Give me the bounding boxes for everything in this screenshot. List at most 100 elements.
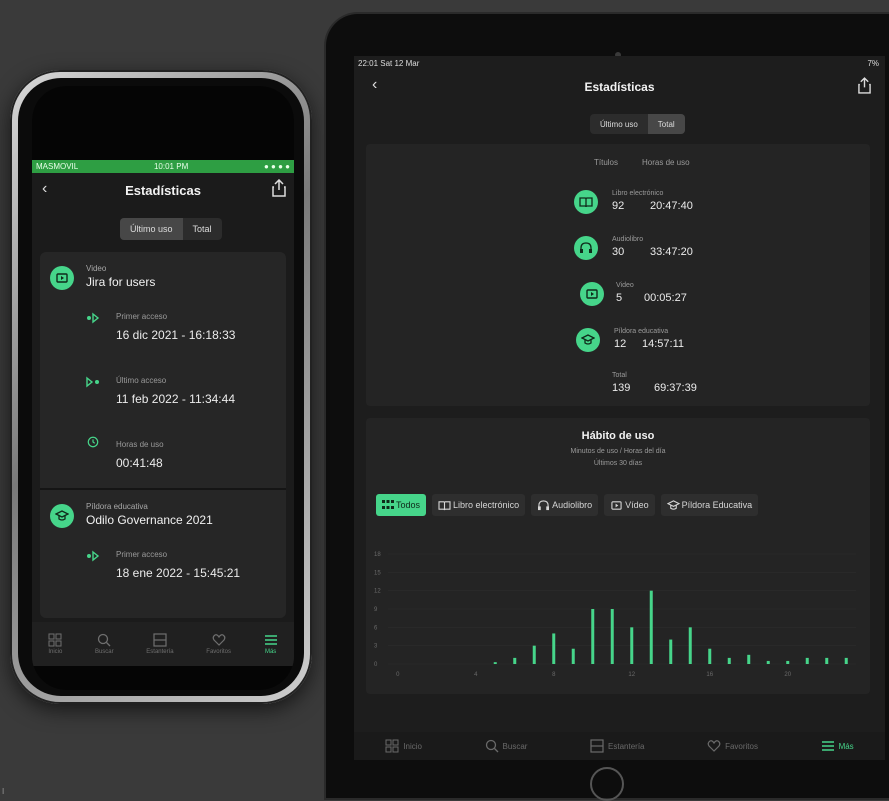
stat-titles: 30	[612, 246, 625, 258]
chart-bar	[747, 654, 751, 664]
tablet-status-bar: 22:01 Sat 12 Mar 7%	[354, 56, 885, 70]
filter-audiobook[interactable]: Audiolibro	[531, 494, 599, 516]
tab-favorites[interactable]: Favoritos	[206, 633, 231, 655]
video-icon	[50, 266, 74, 290]
chart-bar	[493, 662, 497, 664]
stat-hours: 33:47:20	[650, 246, 693, 258]
row-value: 18 ene 2022 - 15:45:21	[116, 566, 241, 580]
y-tick-label: 3	[374, 644, 378, 650]
column-header-hours: Horas de uso	[642, 158, 690, 167]
grid-icon	[382, 500, 394, 509]
grid-icon	[385, 739, 399, 753]
row-label: Primer acceso	[116, 550, 168, 559]
tab-label: Favoritos	[725, 741, 758, 751]
chart-bar	[552, 633, 556, 664]
habit-title: Hábito de uso	[581, 430, 655, 442]
filter-ebook[interactable]: Libro electrónico	[432, 494, 526, 516]
phone-notch-area	[32, 86, 294, 160]
clock-icon	[87, 436, 99, 448]
usage-list: Video Jira for users Primer acceso 16 di…	[40, 252, 286, 618]
total-hours: 69:37:39	[654, 382, 697, 394]
share-icon[interactable]	[272, 178, 286, 202]
tab-more[interactable]: Más	[264, 633, 278, 655]
share-icon[interactable]	[858, 77, 871, 99]
back-icon[interactable]: ‹	[42, 180, 47, 198]
tab-label: Estantería	[608, 741, 645, 751]
x-tick-label: 4	[474, 672, 478, 678]
stat-category: Video	[616, 282, 634, 289]
segment-total[interactable]: Total	[183, 218, 222, 240]
column-header-titles: Títulos	[594, 158, 619, 167]
row-label: Primer acceso	[116, 312, 168, 321]
habit-bar-chart: 0 3 6 9 12 15 18 0 4 8 12 16 20	[374, 552, 856, 678]
search-icon	[485, 739, 499, 753]
graduation-cap-icon	[50, 504, 74, 528]
filter-edu-pill[interactable]: Píldora Educativa	[660, 494, 759, 516]
video-icon	[580, 282, 604, 306]
tab-label: Buscar	[502, 741, 528, 751]
segmented-control: Último uso Total	[120, 218, 222, 240]
x-tick-label: 12	[628, 672, 635, 678]
list-item[interactable]: Video Jira for users Primer acceso 16 di…	[40, 252, 286, 488]
stats-card: Títulos Horas de uso Libro electrónico 9…	[366, 144, 870, 406]
home-button[interactable]	[590, 767, 624, 801]
page-title: Estadísticas	[125, 182, 201, 198]
filter-video[interactable]: Vídeo	[604, 494, 655, 516]
bottom-tab-bar: Inicio Buscar Estantería Favoritos Más	[32, 622, 294, 666]
stat-hours: 14:57:11	[642, 338, 685, 350]
filter-label: Audiolibro	[552, 500, 593, 510]
tab-search[interactable]: Buscar	[95, 633, 114, 655]
tab-label: Más	[838, 741, 854, 751]
stat-titles: 5	[616, 292, 623, 304]
filter-label: Todos	[396, 500, 421, 510]
graduation-cap-icon	[666, 499, 680, 510]
tab-favorites[interactable]: Favoritos	[707, 739, 758, 753]
status-icons: ● ● ● ●	[263, 162, 290, 171]
status-time: 10:01 PM	[153, 162, 189, 171]
tab-label: Buscar	[94, 649, 114, 655]
filter-label: Libro electrónico	[453, 500, 520, 510]
chart-bar	[591, 609, 595, 664]
chart-bar	[513, 657, 517, 664]
chart-bar	[825, 657, 829, 664]
heart-icon	[707, 740, 721, 752]
corner-mark: I	[2, 787, 5, 796]
filter-label: Píldora Educativa	[681, 500, 753, 510]
filter-all[interactable]: Todos	[376, 494, 427, 516]
chart-bar	[766, 660, 770, 664]
video-icon	[611, 500, 622, 510]
total-label: Total	[612, 372, 627, 379]
tab-shelf[interactable]: Estantería	[146, 633, 174, 655]
row-label: Horas de uso	[116, 440, 164, 449]
item-category: Píldora educativa	[86, 502, 148, 511]
list-item[interactable]: Píldora educativa Odilo Governance 2021 …	[40, 490, 286, 618]
tab-more[interactable]: Más	[821, 739, 854, 753]
chart-bar	[532, 645, 536, 664]
carrier-label: MASMOVIL	[36, 162, 79, 171]
tab-home[interactable]: Inicio	[48, 633, 62, 655]
row-label: Último acceso	[116, 376, 167, 385]
y-tick-label: 9	[374, 607, 378, 613]
tab-shelf[interactable]: Estantería	[590, 739, 645, 753]
headphones-icon	[538, 499, 550, 510]
x-tick-label: 8	[552, 672, 556, 678]
segment-total[interactable]: Total	[647, 114, 685, 134]
tab-label: Inicio	[403, 741, 422, 751]
x-tick-label: 20	[784, 672, 791, 678]
tab-search[interactable]: Buscar	[485, 739, 528, 753]
tab-label: Más	[264, 649, 277, 655]
tablet-nav-bar: ‹ Estadísticas	[354, 72, 885, 100]
chart-bar	[649, 590, 653, 664]
x-tick-label: 0	[396, 672, 400, 678]
row-value: 00:41:48	[116, 456, 163, 470]
item-category: Video	[86, 264, 107, 273]
stat-category: Píldora educativa	[614, 328, 669, 335]
tab-home[interactable]: Inicio	[385, 739, 422, 753]
item-title: Odilo Governance 2021	[86, 513, 213, 527]
stat-category: Audiolibro	[612, 236, 644, 243]
filter-label: Vídeo	[625, 500, 649, 510]
chart-bar	[727, 657, 731, 664]
phone-screen: MASMOVIL 10:01 PM ● ● ● ● ‹ Estadísticas…	[32, 86, 294, 690]
segment-last-use[interactable]: Último uso	[120, 218, 183, 240]
segment-last-use[interactable]: Último uso	[590, 114, 648, 134]
